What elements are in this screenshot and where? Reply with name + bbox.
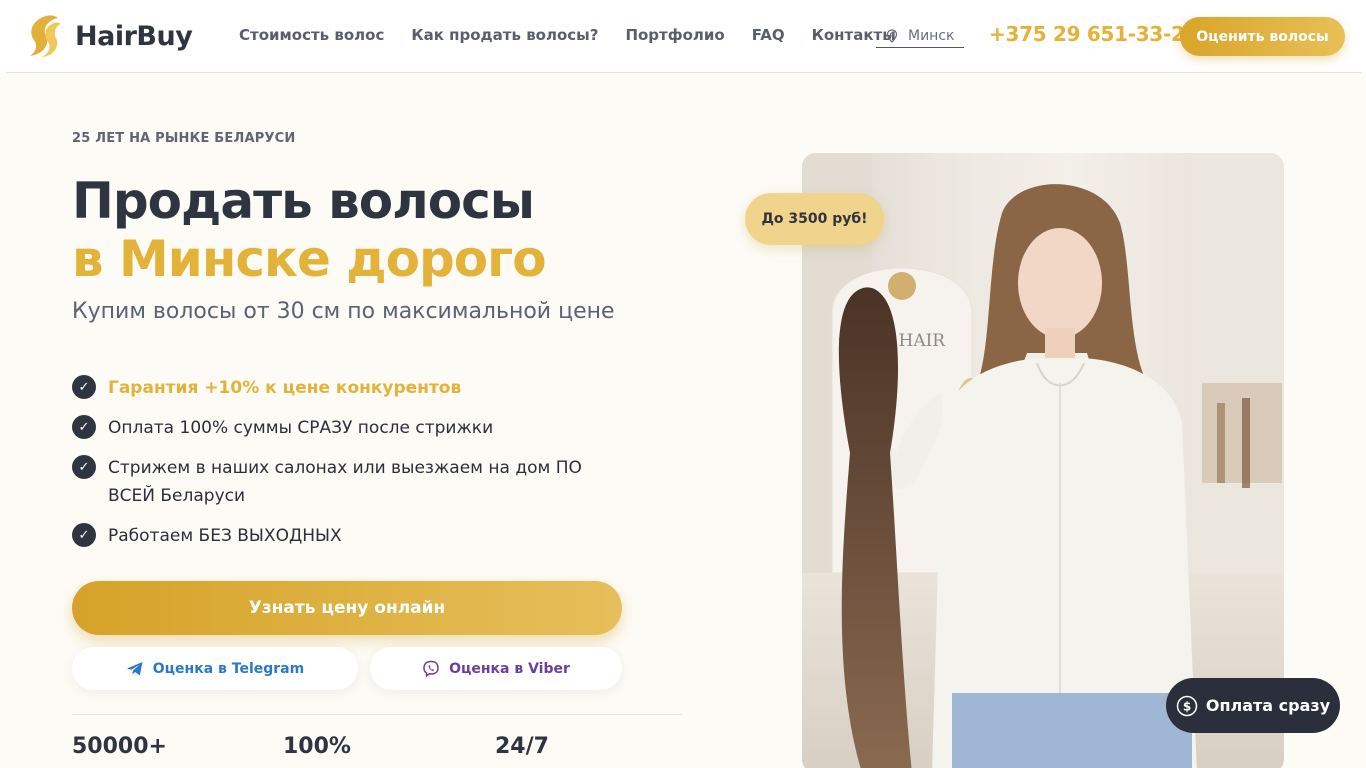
stat-clients: 50000+ [72, 734, 167, 759]
hero-title-line2: в Минске дорого [72, 230, 547, 288]
feature-item: ✓ Стрижем в наших салонах или выезжаем н… [72, 454, 632, 510]
pay-now-badge[interactable]: $ Оплата сразу [1166, 678, 1340, 733]
nav-item-portfolio[interactable]: Портфолио [625, 26, 724, 44]
nav-item-faq[interactable]: FAQ [752, 26, 785, 44]
viber-evaluate-button[interactable]: Оценка в Viber [370, 647, 622, 690]
get-price-online-button[interactable]: Узнать цену онлайн [72, 581, 622, 635]
telegram-evaluate-button[interactable]: Оценка в Telegram [72, 647, 358, 690]
site-header: HairBuy Стоимость волос Как продать воло… [0, 0, 1366, 73]
hair-logo-icon [30, 15, 61, 57]
feature-text: Гарантия +10% к цене конкурентов [108, 378, 462, 398]
viber-label: Оценка в Viber [449, 660, 570, 677]
feature-list: ✓ Гарантия +10% к цене конкурентов ✓ Опл… [72, 374, 632, 562]
check-icon: ✓ [72, 523, 96, 547]
svg-text:$: $ [1183, 699, 1191, 713]
stats-divider [72, 714, 682, 715]
hero-photo: GOOD HAIR [802, 153, 1284, 768]
check-icon: ✓ [72, 455, 96, 479]
viber-icon [423, 660, 439, 678]
hero-subtitle: Купим волосы от 30 см по максимальной це… [72, 299, 615, 324]
telegram-icon [126, 661, 143, 675]
nav-item-how-to-sell[interactable]: Как продать волосы? [411, 26, 598, 44]
stat-schedule: 24/7 [495, 734, 549, 759]
feature-item: ✓ Оплата 100% суммы СРАЗУ после стрижки [72, 414, 632, 442]
price-badge: До 3500 руб! [745, 193, 884, 245]
logo-text: HairBuy [75, 20, 193, 52]
feature-item: ✓ Гарантия +10% к цене конкурентов [72, 374, 632, 402]
evaluate-hair-button[interactable]: Оценить волосы [1180, 17, 1345, 56]
check-icon: ✓ [72, 415, 96, 439]
main-nav: Стоимость волос Как продать волосы? Порт… [239, 26, 923, 44]
nav-item-price[interactable]: Стоимость волос [239, 26, 384, 44]
feature-text: Стрижем в наших салонах или выезжаем на … [108, 458, 582, 506]
header-divider [6, 72, 1362, 73]
phone-link[interactable]: +375 29 651-33-27 [989, 22, 1198, 46]
hero-title-line1: Продать волосы [72, 172, 535, 230]
pay-now-label: Оплата сразу [1205, 696, 1331, 715]
girl-with-cut-hair-photo: GOOD HAIR [802, 153, 1284, 768]
dollar-coin-icon: $ [1176, 695, 1198, 716]
stat-payment: 100% [283, 734, 351, 759]
feature-text: Работаем БЕЗ ВЫХОДНЫХ [108, 526, 342, 546]
hero-eyebrow: 25 ЛЕТ НА РЫНКЕ БЕЛАРУСИ [72, 131, 296, 146]
city-label: Минск [908, 27, 955, 44]
location-pin-icon [886, 28, 898, 43]
logo[interactable]: HairBuy [26, 14, 193, 58]
feature-item: ✓ Работаем БЕЗ ВЫХОДНЫХ [72, 522, 632, 550]
city-selector[interactable]: Минск [876, 24, 964, 48]
check-icon: ✓ [72, 375, 96, 399]
feature-text: Оплата 100% суммы СРАЗУ после стрижки [108, 418, 494, 438]
telegram-label: Оценка в Telegram [152, 660, 305, 677]
